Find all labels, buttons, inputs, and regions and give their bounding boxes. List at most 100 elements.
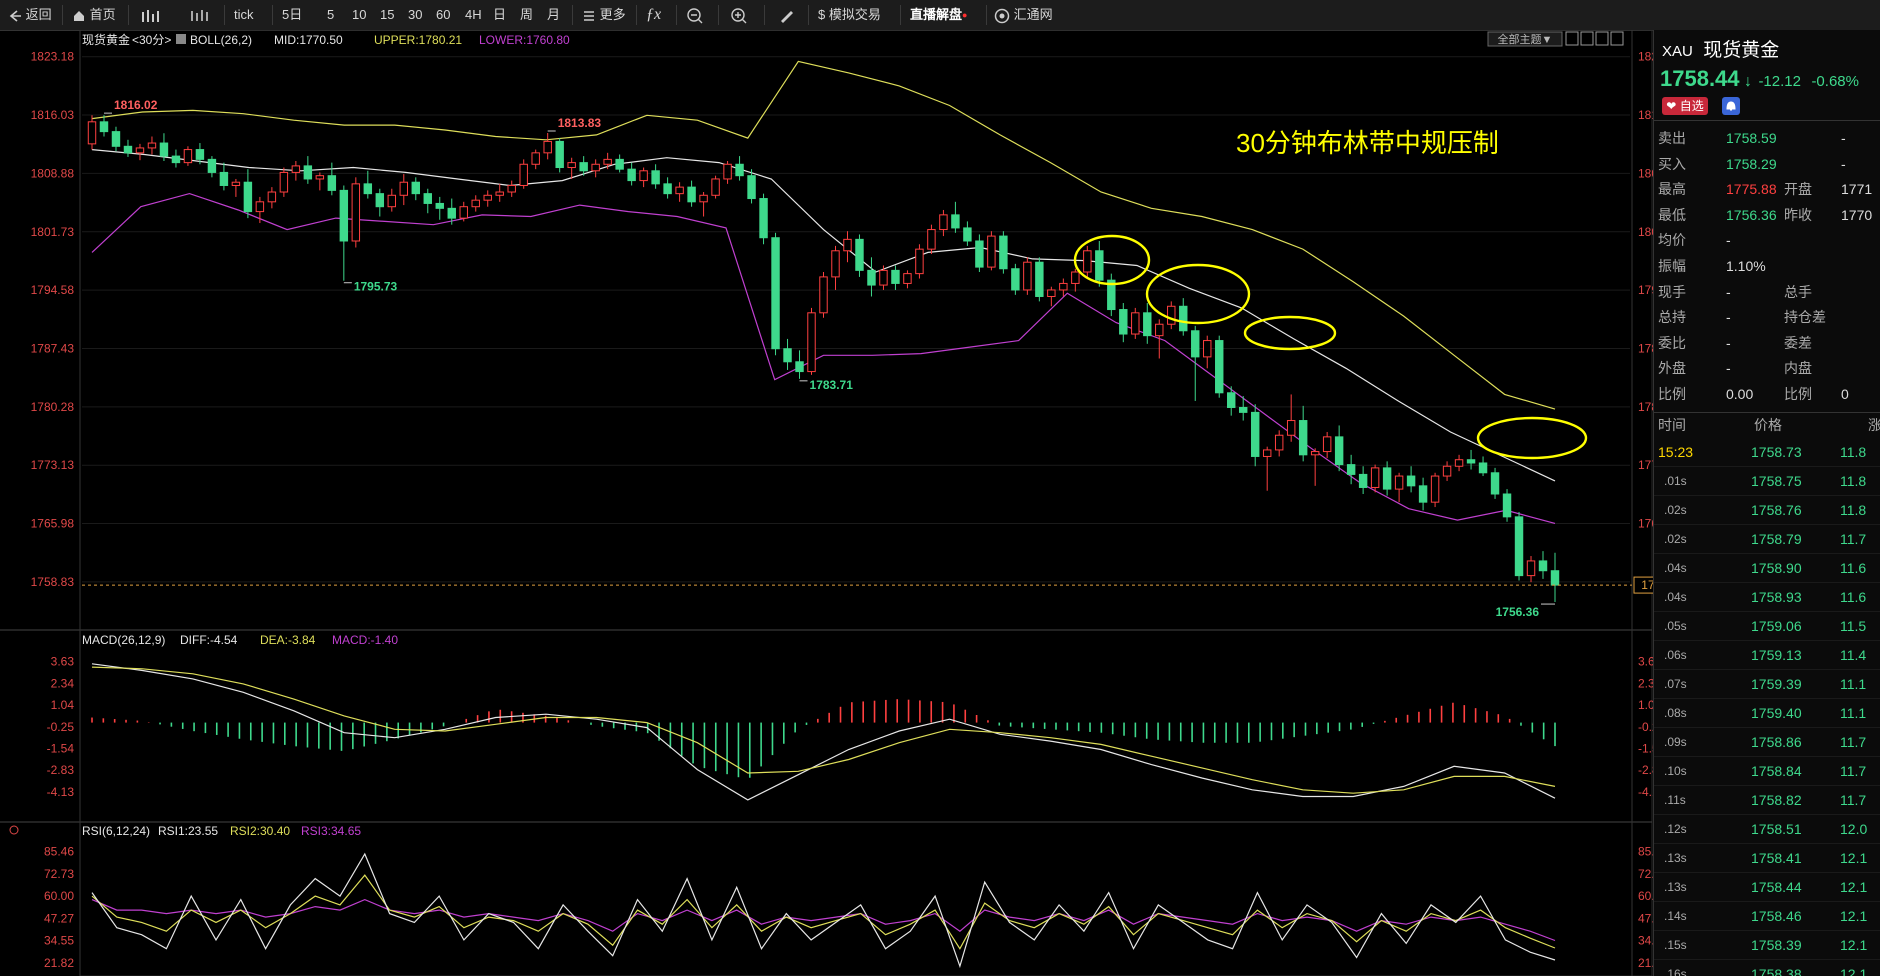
candle-body — [1442, 465, 1452, 477]
candle-body — [279, 171, 289, 193]
candle-body — [1035, 261, 1044, 297]
bell-icon — [1726, 101, 1736, 111]
boll-mid-value: MID:1770.50 — [274, 33, 343, 47]
sim-trade-button[interactable]: $ 模拟交易 — [818, 0, 881, 30]
candle-body — [375, 193, 385, 208]
candle-body — [1071, 271, 1080, 284]
candle-body — [579, 162, 588, 172]
draw-tool-button[interactable] — [778, 0, 796, 30]
divider — [636, 5, 637, 25]
ohlc-bars-icon — [191, 9, 208, 21]
quote-label: 现手 — [1658, 283, 1686, 300]
tick-row: .11s 1758.82 11.7 — [1654, 786, 1880, 815]
back-button[interactable]: 返回 — [8, 0, 52, 30]
period-4h[interactable]: 4H — [465, 0, 482, 30]
tick-row: .06s 1759.13 11.4 — [1654, 641, 1880, 670]
home-icon — [74, 10, 84, 21]
quote-value: 1758.29 — [1726, 155, 1777, 172]
candle-body — [123, 145, 133, 154]
tick-time: .13s — [1664, 850, 1687, 865]
tick-row: .15s 1758.39 12.1 — [1654, 931, 1880, 960]
quote-row: 最低 1756.36 昨收 1770 — [1654, 203, 1880, 227]
candle-body — [867, 269, 876, 286]
candle-body — [759, 198, 768, 239]
y-tick-label-right: 1816.03 — [1638, 108, 1653, 122]
period-60min[interactable]: 60 — [436, 0, 450, 30]
zoom-in-button[interactable] — [730, 0, 748, 30]
tick-change: 12.1 — [1840, 936, 1868, 953]
tick-row: .07s 1759.39 11.1 — [1654, 670, 1880, 699]
tick-row: .04s 1758.93 11.6 — [1654, 583, 1880, 612]
zoom-out-button[interactable] — [686, 0, 704, 30]
macd-tick-right: 3.63 — [1638, 655, 1653, 669]
candle-body — [1430, 475, 1440, 503]
highlight-ellipse — [1243, 315, 1337, 351]
tick-price: 1758.84 — [1751, 762, 1802, 779]
candle-body — [1514, 516, 1524, 577]
candle-body — [819, 276, 828, 314]
tick-price: 1759.13 — [1751, 646, 1802, 663]
candle-body — [111, 131, 121, 147]
candle-body — [1023, 261, 1032, 291]
candle-body — [1526, 560, 1536, 577]
formula-icon[interactable]: ƒx — [646, 0, 661, 30]
candle-body — [627, 168, 636, 182]
tick-time: .15s — [1664, 937, 1687, 952]
tick-change: 11.1 — [1840, 704, 1867, 721]
brand-link[interactable]: 汇通网 — [994, 0, 1053, 30]
period-30min[interactable]: 30 — [408, 0, 422, 30]
rsi-tick-right: 60.00 — [1638, 889, 1653, 903]
rsi-tick-left: 60.00 — [44, 889, 74, 903]
divider — [272, 5, 273, 25]
highlight-ellipse — [1476, 416, 1588, 460]
bar-chart-toggle[interactable] — [188, 0, 212, 30]
tick-price: 1758.76 — [1751, 501, 1802, 518]
boll-lower-line — [91, 192, 1556, 524]
candle-body — [711, 178, 720, 196]
candle-body — [1059, 282, 1068, 291]
divider — [572, 5, 573, 25]
home-button[interactable]: 首页 — [72, 0, 116, 30]
tick-time: .09s — [1664, 734, 1687, 749]
y-tick-label-right: 1765.98 — [1638, 517, 1653, 531]
live-button[interactable]: 直播解盘● — [910, 0, 967, 30]
quote-label: 总手 — [1784, 283, 1812, 300]
period-day[interactable]: 日 — [493, 0, 506, 30]
tick-time: .10s — [1664, 763, 1687, 778]
chart-area[interactable]: 1823.18 1823.18 1816.03 1816.03 1808.88 1808.… — [0, 30, 1653, 976]
period-5min[interactable]: 5 — [327, 0, 334, 30]
low-label: 1783.71 — [810, 378, 854, 392]
tick-row: .04s 1758.90 11.6 — [1654, 554, 1880, 583]
candle-body — [363, 183, 373, 195]
candle-body — [783, 348, 792, 363]
candle-body — [939, 214, 948, 231]
macd-tick-right: -4.13 — [1638, 785, 1653, 799]
candle-body — [795, 361, 804, 373]
tick-header-cell: 时间 — [1658, 416, 1686, 433]
tick-header-cell: 价格 — [1754, 416, 1782, 433]
period-week[interactable]: 周 — [520, 0, 533, 30]
alert-bell-button[interactable] — [1722, 97, 1740, 115]
tick-row: .08s 1759.40 11.1 — [1654, 699, 1880, 728]
chart-layout-icon — [1565, 31, 1579, 46]
candle-body — [519, 163, 528, 186]
quote-row: 现手 - 总手 — [1654, 280, 1880, 304]
period-15min[interactable]: 15 — [380, 0, 394, 30]
heart-icon: ❤ — [1666, 99, 1677, 113]
add-favorite-button[interactable]: ❤ 自选 — [1662, 97, 1708, 115]
macd-tick-left: -0.25 — [47, 720, 75, 734]
candle-body — [735, 163, 744, 177]
period-5day[interactable]: 5日 — [282, 0, 302, 30]
candlestick-toggle[interactable] — [140, 0, 162, 30]
tick-row: .10s 1758.84 11.7 — [1654, 757, 1880, 786]
period-month[interactable]: 月 — [547, 0, 560, 30]
quote-label: 外盘 — [1658, 360, 1686, 377]
tick-price: 1758.39 — [1751, 936, 1802, 953]
tick-time: .11s — [1664, 792, 1686, 807]
divider — [128, 5, 129, 25]
more-button[interactable]: 更多 — [582, 0, 626, 30]
period-10min[interactable]: 10 — [352, 0, 366, 30]
tick-price: 1758.82 — [1751, 791, 1802, 808]
tick-button[interactable]: tick — [234, 0, 254, 30]
macd-tick-left: -4.13 — [47, 785, 75, 799]
